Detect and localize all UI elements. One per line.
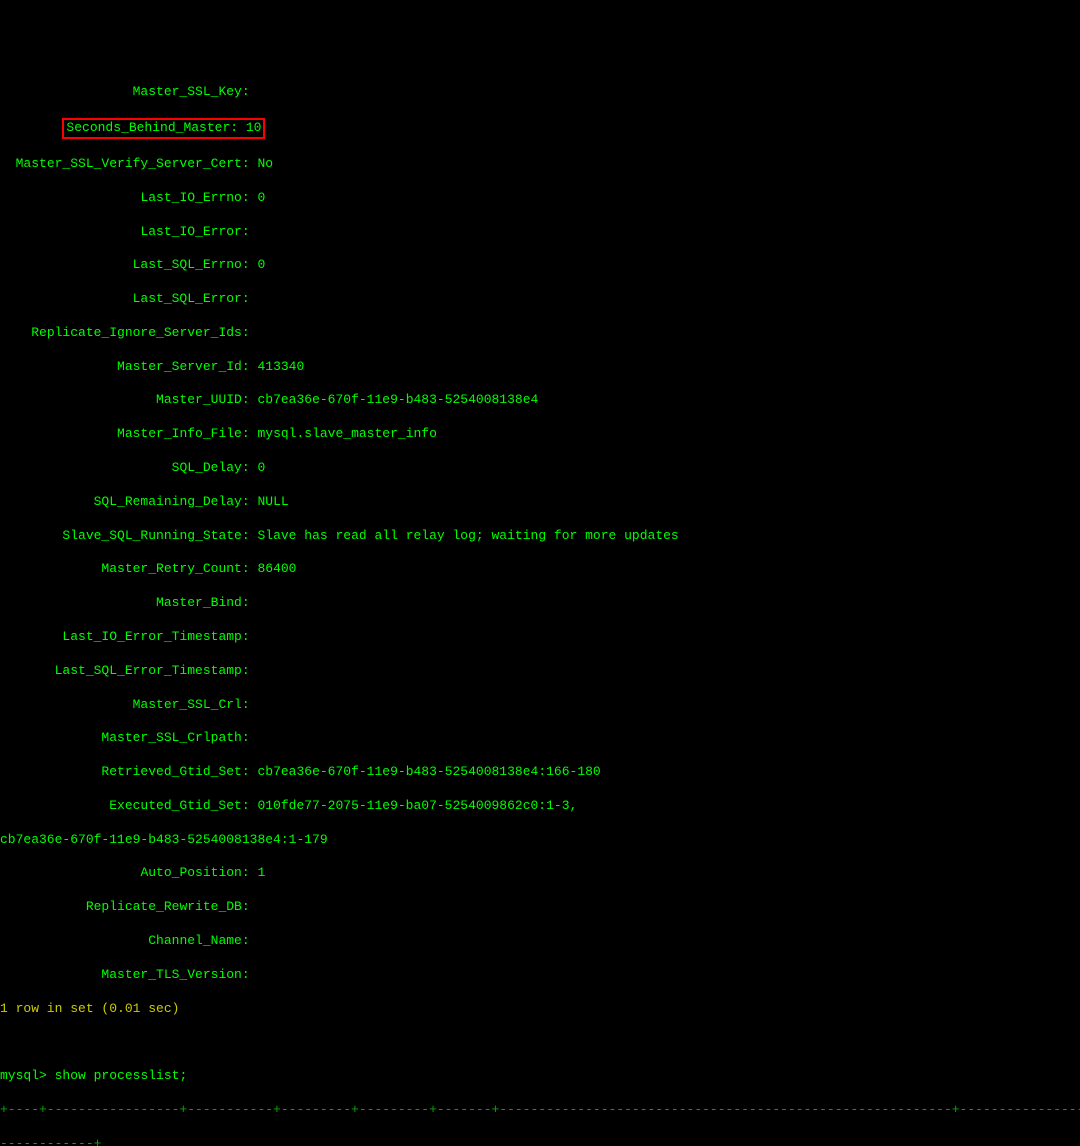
prompt-line[interactable]: mysql> show processlist; [0, 1068, 1080, 1085]
status-line: cb7ea36e-670f-11e9-b483-5254008138e4:1-1… [0, 832, 1080, 849]
terminal-output: Master_SSL_Key: Seconds_Behind_Master: 1… [0, 68, 1080, 1146]
status-line: Retrieved_Gtid_Set: cb7ea36e-670f-11e9-b… [0, 764, 1080, 781]
status-line: Master_SSL_Verify_Server_Cert: No [0, 156, 1080, 173]
status-line: Replicate_Rewrite_DB: [0, 899, 1080, 916]
status-line: Executed_Gtid_Set: 010fde77-2075-11e9-ba… [0, 798, 1080, 815]
status-line: SQL_Delay: 0 [0, 460, 1080, 477]
status-line: Master_TLS_Version: [0, 967, 1080, 984]
status-line: Last_IO_Errno: 0 [0, 190, 1080, 207]
table-separator: ------------+ [0, 1136, 1080, 1146]
highlight-seconds-behind: Seconds_Behind_Master: 10 [62, 118, 265, 139]
status-line: Master_SSL_Key: [0, 84, 1080, 101]
status-line: Master_Retry_Count: 86400 [0, 561, 1080, 578]
status-line: Replicate_Ignore_Server_Ids: [0, 325, 1080, 342]
status-line: Master_Server_Id: 413340 [0, 359, 1080, 376]
status-line: Master_Info_File: mysql.slave_master_inf… [0, 426, 1080, 443]
status-line: Master_UUID: cb7ea36e-670f-11e9-b483-525… [0, 392, 1080, 409]
row-summary: 1 row in set (0.01 sec) [0, 1001, 1080, 1018]
status-line: Master_SSL_Crl: [0, 697, 1080, 714]
status-line: SQL_Remaining_Delay: NULL [0, 494, 1080, 511]
status-line: Last_SQL_Errno: 0 [0, 257, 1080, 274]
status-line: Master_SSL_Crlpath: [0, 730, 1080, 747]
status-line: Last_SQL_Error_Timestamp: [0, 663, 1080, 680]
status-line: Last_IO_Error_Timestamp: [0, 629, 1080, 646]
status-line: Last_IO_Error: [0, 224, 1080, 241]
status-line: Auto_Position: 1 [0, 865, 1080, 882]
status-line: Slave_SQL_Running_State: Slave has read … [0, 528, 1080, 545]
status-line: Channel_Name: [0, 933, 1080, 950]
status-line: Last_SQL_Error: [0, 291, 1080, 308]
status-seconds-behind: Seconds_Behind_Master: 10 [0, 118, 1080, 139]
blank-line [0, 1034, 1080, 1051]
table-separator: +----+-----------------+-----------+----… [0, 1102, 1080, 1119]
status-line: Master_Bind: [0, 595, 1080, 612]
